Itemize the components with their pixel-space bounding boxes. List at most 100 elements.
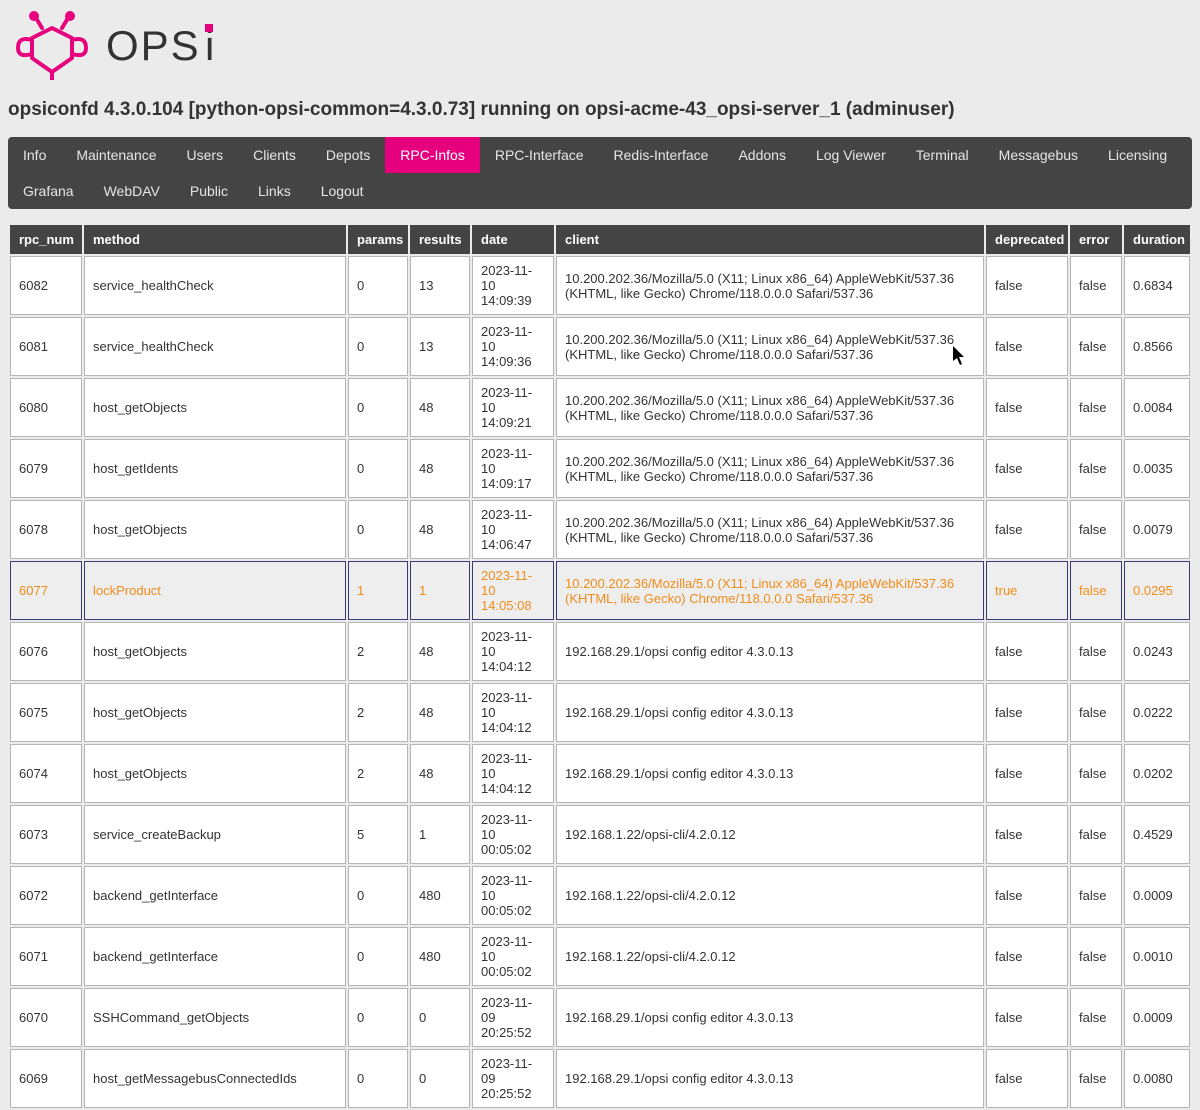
col-header-date[interactable]: date — [472, 225, 554, 254]
nav-item-log-viewer[interactable]: Log Viewer — [801, 137, 901, 173]
cell-error: false — [1070, 500, 1122, 559]
nav-item-terminal[interactable]: Terminal — [901, 137, 984, 173]
nav-item-maintenance[interactable]: Maintenance — [61, 137, 171, 173]
nav-item-webdav[interactable]: WebDAV — [89, 173, 175, 209]
table-row[interactable]: 6072backend_getInterface04802023-11-10 0… — [10, 866, 1190, 925]
cell-results: 48 — [410, 744, 470, 803]
cell-date: 2023-11-10 14:09:39 — [472, 256, 554, 315]
cell-results: 48 — [410, 622, 470, 681]
cell-error: false — [1070, 927, 1122, 986]
nav-item-redis-interface[interactable]: Redis-Interface — [599, 137, 724, 173]
table-row[interactable]: 6069host_getMessagebusConnectedIds002023… — [10, 1049, 1190, 1108]
cell-error: false — [1070, 1049, 1122, 1108]
cell-deprecated: false — [986, 927, 1068, 986]
table-row[interactable]: 6074host_getObjects2482023-11-10 14:04:1… — [10, 744, 1190, 803]
col-header-duration[interactable]: duration — [1124, 225, 1190, 254]
col-header-results[interactable]: results — [410, 225, 470, 254]
cell-method: lockProduct — [84, 561, 346, 620]
nav-item-addons[interactable]: Addons — [723, 137, 800, 173]
cell-deprecated: false — [986, 378, 1068, 437]
cell-rpc_num: 6072 — [10, 866, 82, 925]
opsi-logo: OPS i — [8, 10, 230, 83]
cell-params: 0 — [348, 439, 408, 498]
cell-method: backend_getInterface — [84, 866, 346, 925]
cell-rpc_num: 6069 — [10, 1049, 82, 1108]
cell-rpc_num: 6073 — [10, 805, 82, 864]
cell-results: 13 — [410, 317, 470, 376]
cell-rpc_num: 6077 — [10, 561, 82, 620]
cell-params: 0 — [348, 256, 408, 315]
nav-item-messagebus[interactable]: Messagebus — [984, 137, 1093, 173]
cell-client: 192.168.1.22/opsi-cli/4.2.0.12 — [556, 866, 984, 925]
cell-date: 2023-11-10 00:05:02 — [472, 866, 554, 925]
table-row[interactable]: 6073service_createBackup512023-11-10 00:… — [10, 805, 1190, 864]
cell-duration: 0.0010 — [1124, 927, 1190, 986]
cell-params: 0 — [348, 988, 408, 1047]
cell-method: host_getIdents — [84, 439, 346, 498]
col-header-params[interactable]: params — [348, 225, 408, 254]
cell-deprecated: false — [986, 683, 1068, 742]
col-header-client[interactable]: client — [556, 225, 984, 254]
cell-client: 10.200.202.36/Mozilla/5.0 (X11; Linux x8… — [556, 500, 984, 559]
col-header-deprecated[interactable]: deprecated — [986, 225, 1068, 254]
cell-deprecated: false — [986, 1049, 1068, 1108]
cell-error: false — [1070, 317, 1122, 376]
cell-date: 2023-11-10 14:09:17 — [472, 439, 554, 498]
nav-item-rpc-interface[interactable]: RPC-Interface — [480, 137, 599, 173]
cell-method: backend_getInterface — [84, 927, 346, 986]
nav-item-info[interactable]: Info — [8, 137, 61, 173]
table-row[interactable]: 6082service_healthCheck0132023-11-10 14:… — [10, 256, 1190, 315]
cell-client: 192.168.1.22/opsi-cli/4.2.0.12 — [556, 927, 984, 986]
cell-error: false — [1070, 744, 1122, 803]
cell-method: SSHCommand_getObjects — [84, 988, 346, 1047]
cell-error: false — [1070, 439, 1122, 498]
cell-params: 0 — [348, 866, 408, 925]
table-row[interactable]: 6077lockProduct112023-11-10 14:05:0810.2… — [10, 561, 1190, 620]
nav-item-depots[interactable]: Depots — [311, 137, 385, 173]
nav-item-logout[interactable]: Logout — [306, 173, 379, 209]
cell-deprecated: false — [986, 805, 1068, 864]
cell-error: false — [1070, 683, 1122, 742]
col-header-rpc-num[interactable]: rpc_num — [10, 225, 82, 254]
nav-item-grafana[interactable]: Grafana — [8, 173, 89, 209]
nav-item-public[interactable]: Public — [175, 173, 243, 209]
table-row[interactable]: 6075host_getObjects2482023-11-10 14:04:1… — [10, 683, 1190, 742]
cell-duration: 0.6834 — [1124, 256, 1190, 315]
cell-date: 2023-11-09 20:25:52 — [472, 1049, 554, 1108]
cell-error: false — [1070, 988, 1122, 1047]
cell-rpc_num: 6080 — [10, 378, 82, 437]
cell-method: host_getObjects — [84, 500, 346, 559]
nav-item-licensing[interactable]: Licensing — [1093, 137, 1182, 173]
cell-method: service_healthCheck — [84, 256, 346, 315]
table-row[interactable]: 6076host_getObjects2482023-11-10 14:04:1… — [10, 622, 1190, 681]
table-row[interactable]: 6071backend_getInterface04802023-11-10 0… — [10, 927, 1190, 986]
table-row[interactable]: 6070SSHCommand_getObjects002023-11-09 20… — [10, 988, 1190, 1047]
cell-rpc_num: 6075 — [10, 683, 82, 742]
nav-item-rpc-infos[interactable]: RPC-Infos — [385, 137, 480, 173]
table-row[interactable]: 6081service_healthCheck0132023-11-10 14:… — [10, 317, 1190, 376]
nav-item-links[interactable]: Links — [243, 173, 306, 209]
cell-duration: 0.0035 — [1124, 439, 1190, 498]
col-header-error[interactable]: error — [1070, 225, 1122, 254]
cell-method: host_getObjects — [84, 744, 346, 803]
cell-duration: 0.4529 — [1124, 805, 1190, 864]
nav-item-users[interactable]: Users — [172, 137, 239, 173]
cell-deprecated: false — [986, 500, 1068, 559]
cell-duration: 0.8566 — [1124, 317, 1190, 376]
cell-deprecated: false — [986, 744, 1068, 803]
table-row[interactable]: 6079host_getIdents0482023-11-10 14:09:17… — [10, 439, 1190, 498]
rpc-info-table-wrap: rpc_num method params results date clien… — [8, 223, 1192, 1110]
cell-method: host_getObjects — [84, 683, 346, 742]
table-row[interactable]: 6078host_getObjects0482023-11-10 14:06:4… — [10, 500, 1190, 559]
cell-rpc_num: 6076 — [10, 622, 82, 681]
cell-params: 5 — [348, 805, 408, 864]
col-header-method[interactable]: method — [84, 225, 346, 254]
table-row[interactable]: 6080host_getObjects0482023-11-10 14:09:2… — [10, 378, 1190, 437]
cell-results: 0 — [410, 988, 470, 1047]
cell-duration: 0.0079 — [1124, 500, 1190, 559]
nav-item-clients[interactable]: Clients — [238, 137, 311, 173]
cell-client: 10.200.202.36/Mozilla/5.0 (X11; Linux x8… — [556, 561, 984, 620]
cell-method: host_getObjects — [84, 622, 346, 681]
cell-error: false — [1070, 622, 1122, 681]
cell-rpc_num: 6071 — [10, 927, 82, 986]
